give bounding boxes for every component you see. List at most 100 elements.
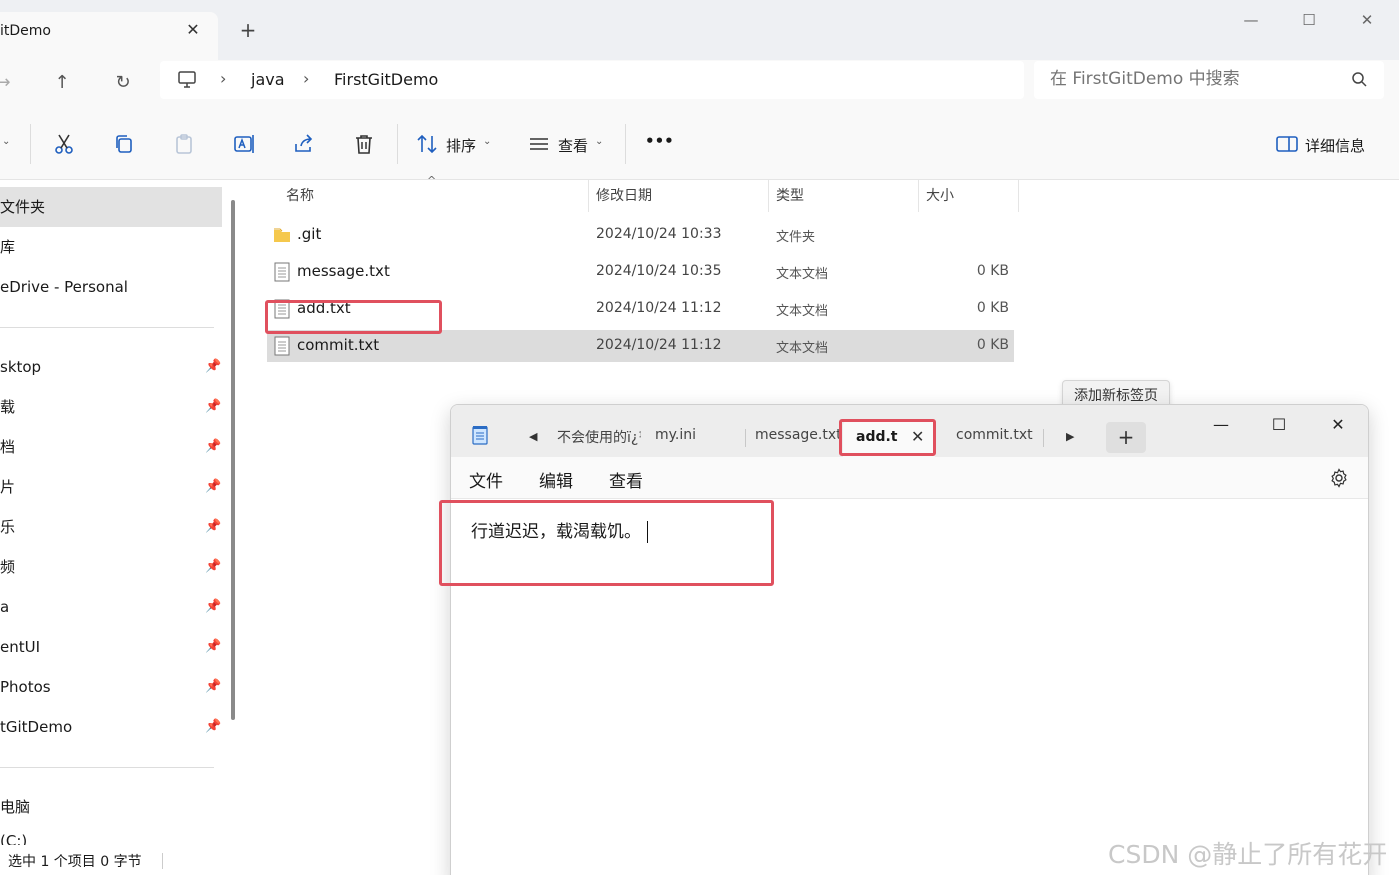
sidebar-scrollbar[interactable] [231, 200, 235, 720]
sidebar-item-label: eDrive - Personal [0, 278, 128, 296]
sidebar-item-java[interactable]: a [0, 587, 222, 627]
breadcrumb[interactable]: › java › FirstGitDemo [160, 61, 1024, 99]
file-size: 0 KB [976, 300, 1009, 316]
column-header-name[interactable]: 名称 [286, 180, 314, 212]
details-pane-icon[interactable] [1275, 132, 1299, 156]
sidebar-item-this-pc[interactable]: 电脑 [0, 787, 222, 827]
file-date: 2024/10/24 10:35 [596, 263, 722, 279]
sidebar-item-documents[interactable]: 档 [0, 427, 222, 467]
column-header-date[interactable]: 修改日期 [596, 180, 652, 212]
notepad-tab[interactable]: message.txt [755, 427, 842, 443]
copy-icon[interactable] [112, 132, 136, 156]
share-icon[interactable] [292, 132, 316, 156]
up-icon[interactable]: ↑ [47, 68, 77, 98]
breadcrumb-java[interactable]: java [251, 70, 285, 89]
column-divider[interactable] [1018, 180, 1019, 212]
highlight-box-active-tab [839, 419, 936, 456]
add-new-tab-button[interactable]: + [1106, 422, 1146, 453]
highlight-box-add-file [265, 300, 442, 334]
file-row[interactable]: message.txt 2024/10/24 10:35 文本文档 0 KB [267, 256, 1014, 288]
file-size: 0 KB [976, 337, 1009, 353]
view-icon[interactable] [527, 132, 551, 156]
scroll-tabs-left-icon[interactable]: ◀ [529, 430, 537, 443]
explorer-tab[interactable]: itDemo ✕ [0, 12, 218, 60]
toolbar-divider [397, 124, 398, 164]
file-row[interactable]: commit.txt 2024/10/24 11:12 文本文档 0 KB [267, 330, 1014, 362]
paste-icon[interactable] [172, 132, 196, 156]
cut-icon[interactable] [52, 132, 76, 156]
close-tab-icon[interactable]: ✕ [184, 20, 202, 39]
sidebar-item-label: a [0, 598, 10, 616]
sidebar-item-label: 乐 [0, 518, 16, 536]
sidebar-item-photos[interactable]: Photos [0, 667, 222, 707]
file-name: commit.txt [297, 336, 380, 354]
sidebar-item-label: 电脑 [0, 798, 31, 816]
search-input[interactable] [1050, 69, 1340, 89]
notepad-tab[interactable]: 不会使用的ï¿½ [557, 427, 641, 447]
notepad-app-icon [472, 426, 488, 445]
explorer-titlebar: itDemo ✕ + — ☐ ✕ [0, 0, 1399, 60]
scroll-tabs-right-icon[interactable]: ▶ [1066, 430, 1074, 443]
maximize-button[interactable]: ☐ [1256, 411, 1302, 439]
sort-icon[interactable] [415, 132, 439, 156]
sidebar-item-library[interactable]: 库 [0, 227, 222, 267]
chevron-right-icon: › [220, 69, 227, 88]
notepad-tab[interactable]: my.ini [655, 427, 696, 443]
sidebar-item-downloads[interactable]: 载 [0, 387, 222, 427]
sidebar-item-c-drive[interactable]: (C:) [0, 827, 222, 845]
delete-icon[interactable] [352, 132, 376, 156]
csdn-watermark: CSDN @静止了所有花开 [1108, 840, 1388, 869]
refresh-icon[interactable]: ↻ [108, 68, 138, 98]
sidebar-item-folder[interactable]: 文件夹 [0, 187, 222, 227]
forward-icon[interactable]: → [0, 68, 18, 98]
menu-file[interactable]: 文件 [469, 467, 503, 492]
search-icon[interactable] [1350, 70, 1370, 90]
more-options-button[interactable]: ••• [645, 132, 674, 150]
settings-gear-icon[interactable] [1329, 468, 1349, 488]
status-text: 选中 1 个项目 0 字节 [8, 854, 142, 870]
column-header-type[interactable]: 类型 [776, 180, 804, 212]
column-divider[interactable] [588, 180, 589, 212]
new-tab-button[interactable]: + [236, 18, 260, 42]
sidebar-item-music[interactable]: 乐 [0, 507, 222, 547]
minimize-button[interactable]: — [1228, 6, 1274, 34]
close-window-button[interactable]: ✕ [1344, 6, 1390, 34]
chevron-down-icon[interactable]: ⌄ [2, 136, 10, 147]
pin-icon: 📌 [205, 559, 222, 574]
explorer-tab-title: itDemo [0, 23, 51, 39]
minimize-button[interactable]: — [1198, 411, 1244, 439]
sidebar-item-onedrive[interactable]: eDrive - Personal [0, 267, 222, 307]
sort-ascending-icon: ^ [427, 174, 437, 187]
toolbar-divider [30, 124, 31, 164]
sidebar-item-pictures[interactable]: 片 [0, 467, 222, 507]
file-date: 2024/10/24 10:33 [596, 226, 722, 242]
notepad-tab[interactable]: commit.txt [956, 427, 1033, 443]
file-type: 文本文档 [776, 341, 829, 356]
file-type: 文件夹 [776, 230, 816, 245]
pin-icon: 📌 [205, 679, 222, 694]
close-window-button[interactable]: ✕ [1315, 411, 1361, 439]
pin-icon: 📌 [205, 599, 222, 614]
file-row[interactable]: .git 2024/10/24 10:33 文件夹 [267, 219, 1014, 251]
sidebar-item-elementui[interactable]: entUI [0, 627, 222, 667]
search-box[interactable] [1034, 61, 1384, 99]
rename-icon[interactable] [232, 132, 256, 156]
breadcrumb-firstgitdemo[interactable]: FirstGitDemo [334, 70, 438, 89]
column-header-size[interactable]: 大小 [926, 180, 954, 212]
highlight-box-editor-text [439, 500, 774, 586]
column-divider[interactable] [918, 180, 919, 212]
this-pc-icon [178, 71, 196, 88]
column-divider[interactable] [768, 180, 769, 212]
sort-button[interactable]: 排序 [446, 135, 476, 156]
chevron-down-icon: ⌄ [595, 136, 604, 147]
toolbar-divider [625, 124, 626, 164]
sidebar-item-videos[interactable]: 频 [0, 547, 222, 587]
chevron-down-icon: ⌄ [483, 136, 492, 147]
sidebar-item-desktop[interactable]: sktop [0, 347, 222, 387]
sidebar-item-firstgitdemo[interactable]: tGitDemo [0, 707, 222, 747]
maximize-button[interactable]: ☐ [1286, 6, 1332, 34]
menu-view[interactable]: 查看 [609, 467, 643, 492]
view-button[interactable]: 查看 [558, 135, 588, 156]
menu-edit[interactable]: 编辑 [539, 467, 573, 492]
details-button[interactable]: 详细信息 [1305, 135, 1365, 156]
